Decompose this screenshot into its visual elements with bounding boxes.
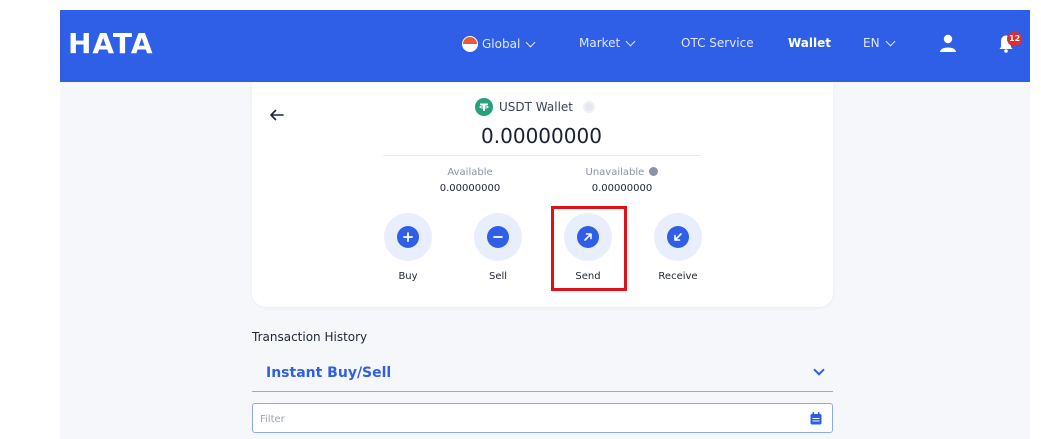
unavailable-value: 0.00000000 xyxy=(591,183,653,194)
calendar-icon[interactable] xyxy=(810,412,822,425)
receive-button-circle xyxy=(654,213,702,261)
chevron-down-icon xyxy=(525,37,536,47)
back-arrow-icon[interactable] xyxy=(268,106,286,124)
plus-icon xyxy=(397,226,419,248)
transaction-type-select[interactable]: Instant Buy/Sell xyxy=(252,354,833,392)
nav-wallet[interactable]: Wallet xyxy=(788,36,831,50)
chevron-down-icon xyxy=(885,36,896,46)
balance-divider xyxy=(383,155,700,156)
buy-label: Buy xyxy=(398,271,418,282)
receive-label: Receive xyxy=(658,271,698,282)
sell-button[interactable]: Sell xyxy=(471,213,525,293)
minus-icon xyxy=(487,226,509,248)
usdt-icon xyxy=(475,98,493,116)
sell-button-circle xyxy=(474,213,522,261)
buy-button-circle xyxy=(384,213,432,261)
available-value: 0.00000000 xyxy=(439,183,501,194)
nav-global-label: Global xyxy=(482,37,521,51)
transaction-type-value: Instant Buy/Sell xyxy=(266,365,392,381)
unavailable-label: Unavailable xyxy=(585,167,645,178)
wallet-balance: 0.00000000 xyxy=(481,124,602,148)
notification-badge: 12 xyxy=(1007,32,1023,46)
sell-label: Sell xyxy=(488,271,508,282)
unavailable-label-row: Unavailable xyxy=(562,167,682,178)
wallet-name: USDT Wallet xyxy=(499,100,573,114)
send-highlight-box xyxy=(551,206,627,291)
arrow-down-left-icon xyxy=(667,226,689,248)
filter-input[interactable] xyxy=(260,410,800,428)
eye-icon[interactable] xyxy=(583,101,595,113)
globe-icon xyxy=(462,36,478,52)
nav-otc-service[interactable]: OTC Service xyxy=(681,36,754,50)
nav-market-dropdown[interactable]: Market xyxy=(579,36,636,50)
user-icon[interactable] xyxy=(938,33,958,53)
receive-button[interactable]: Receive xyxy=(651,213,705,293)
nav-wallet-label: Wallet xyxy=(788,36,832,50)
nav-otc-label: OTC Service xyxy=(681,36,754,50)
language-dropdown[interactable]: EN xyxy=(863,36,896,50)
info-icon[interactable] xyxy=(649,167,659,176)
wallet-header: USDT Wallet xyxy=(475,98,595,116)
top-navbar: HATA Global Market OTC Service Wallet EN… xyxy=(60,10,1030,82)
chevron-down-icon xyxy=(625,36,636,46)
filter-field[interactable] xyxy=(252,403,833,433)
nav-market-label: Market xyxy=(579,36,621,50)
nav-language-label: EN xyxy=(863,36,880,50)
brand-logo[interactable]: HATA xyxy=(68,27,154,60)
available-label: Available xyxy=(447,167,493,178)
nav-global-dropdown[interactable]: Global xyxy=(462,36,536,52)
buy-button[interactable]: Buy xyxy=(381,213,435,293)
transaction-history-title: Transaction History xyxy=(252,330,368,344)
chevron-down-icon xyxy=(813,364,825,376)
